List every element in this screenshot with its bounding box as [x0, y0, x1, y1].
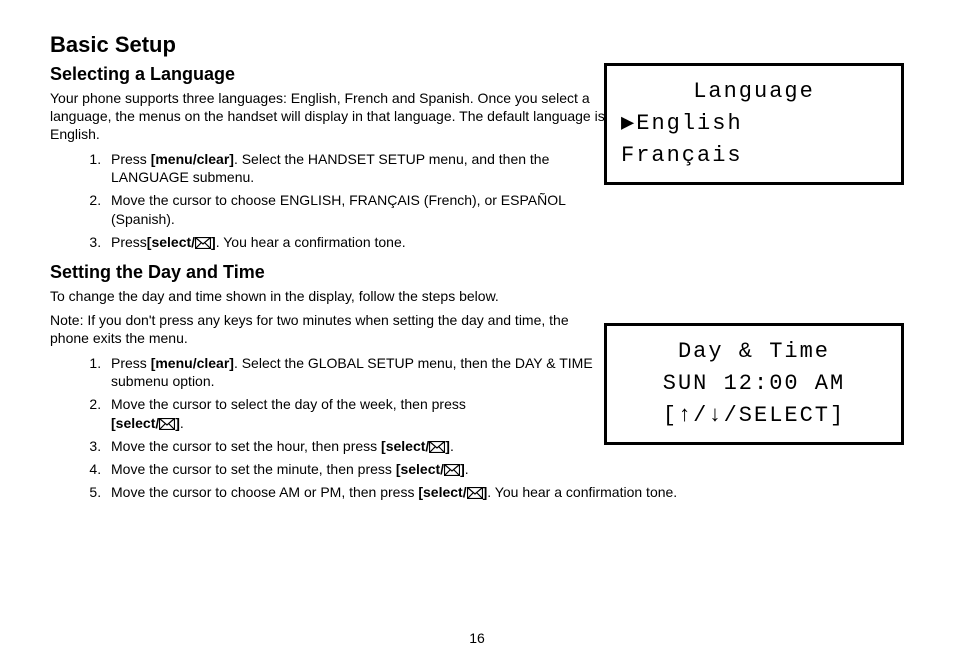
language-step-3: Press[select/]. You hear a confirmation … [105, 233, 605, 252]
select-button-label: [select/] [396, 461, 465, 477]
lcd-language-screen: Language ▶English Français [604, 63, 904, 185]
daytime-step-1: Press [menu/clear]. Select the GLOBAL SE… [105, 354, 605, 392]
section-heading-daytime: Setting the Day and Time [50, 262, 605, 283]
daytime-step-3: Move the cursor to set the hour, then pr… [105, 437, 605, 456]
lcd-line: Day & Time [621, 336, 887, 368]
page-number: 16 [0, 630, 954, 646]
envelope-icon [444, 464, 460, 476]
select-button-label: [select/] [381, 438, 450, 454]
daytime-note: Note: If you don't press any keys for tw… [50, 311, 605, 347]
manual-page: Basic Setup Selecting a Language Your ph… [0, 0, 954, 668]
section-heading-language: Selecting a Language [50, 64, 605, 85]
envelope-icon [159, 418, 175, 430]
envelope-icon [429, 441, 445, 453]
language-intro: Your phone supports three languages: Eng… [50, 89, 605, 144]
envelope-icon [195, 237, 211, 249]
language-step-2: Move the cursor to choose ENGLISH, FRANÇ… [105, 191, 605, 229]
daytime-steps: Press [menu/clear]. Select the GLOBAL SE… [50, 354, 605, 502]
page-title: Basic Setup [50, 32, 605, 58]
lcd-line: Language [621, 76, 887, 108]
select-button-label: [select/] [111, 415, 180, 431]
daytime-step-4: Move the cursor to set the minute, then … [105, 460, 605, 479]
left-column: Basic Setup Selecting a Language Your ph… [50, 32, 605, 502]
daytime-step-2: Move the cursor to select the day of the… [105, 395, 605, 433]
lcd-daytime-screen: Day & Time SUN 12:00 AM [↑/↓/SELECT] [604, 323, 904, 445]
language-steps: Press [menu/clear]. Select the HANDSET S… [50, 150, 605, 252]
envelope-icon [467, 487, 483, 499]
lcd-line: [↑/↓/SELECT] [621, 400, 887, 432]
language-step-1: Press [menu/clear]. Select the HANDSET S… [105, 150, 605, 188]
lcd-line: SUN 12:00 AM [621, 368, 887, 400]
select-button-label: [select/] [418, 484, 487, 500]
select-button-label: [select/] [147, 234, 216, 250]
lcd-line: ▶English [621, 108, 887, 140]
lcd-line: Français [621, 140, 887, 172]
daytime-step-5: Move the cursor to choose AM or PM, then… [105, 483, 941, 502]
daytime-intro: To change the day and time shown in the … [50, 287, 605, 305]
